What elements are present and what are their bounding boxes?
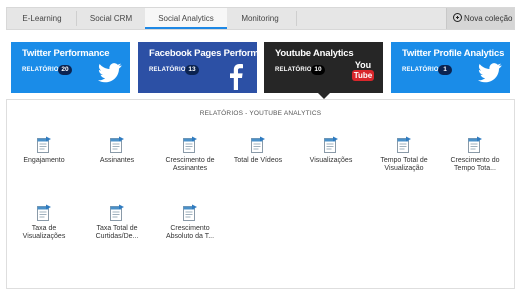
card-title: Twitter Performance [22, 48, 110, 59]
report-label: Crescimento Absoluto da T... [155, 225, 225, 241]
report-label-line: Engajamento [23, 157, 65, 164]
tab-social-crm[interactable]: Social CRM [79, 8, 143, 29]
report-document-icon [37, 136, 51, 153]
report-label: Taxa Total de Curtidas/De... [82, 225, 152, 241]
report-label-line: Tempo Total de [380, 157, 428, 164]
report-label-line: Crescimento [170, 225, 210, 232]
card-count-badge: 20 [58, 65, 72, 75]
report-item[interactable]: Visualizações [296, 136, 366, 165]
facebook-icon [230, 64, 243, 90]
twitter-icon [478, 63, 502, 83]
report-label: Assinantes [82, 157, 152, 165]
top-tab-bar: E-Learning Social CRM Social Analytics M… [6, 7, 515, 30]
report-item[interactable]: Total de Vídeos [223, 136, 293, 165]
report-label: Visualizações [296, 157, 366, 165]
card-count-badge: 10 [311, 65, 325, 75]
card-reports-label: RELATÓRIOS [149, 67, 190, 73]
report-label-line: Total de Vídeos [233, 157, 283, 164]
report-label: Taxa de Visualizações [9, 225, 79, 241]
report-document-icon [324, 136, 338, 153]
report-label-line: Crescimento do [450, 157, 500, 164]
report-label: Tempo Total de Visualização [369, 157, 439, 173]
report-item[interactable]: Engajamento [9, 136, 79, 165]
report-label-line: Taxa Total de [96, 225, 138, 232]
youtube-logo-text-you: You [354, 60, 372, 70]
new-collection-label: Nova coleção [464, 14, 513, 23]
report-item[interactable]: Taxa de Visualizações [9, 204, 79, 241]
report-label: Total de Vídeos [223, 157, 293, 165]
card-reports-label: RELATÓRIOS [275, 67, 316, 73]
card-twitter-profile-analytics[interactable]: Twitter Profile Analytics RELATÓRIOS 1 [391, 42, 510, 93]
report-item[interactable]: Crescimento do Tempo Tota... [440, 136, 510, 173]
tab-divider [296, 11, 297, 26]
card-twitter-performance[interactable]: Twitter Performance RELATÓRIOS 20 [11, 42, 130, 93]
card-count-badge: 13 [185, 65, 199, 75]
new-collection-button[interactable]: Nova coleção [446, 8, 514, 29]
report-label-line: Assinantes [99, 157, 135, 164]
card-title: Facebook Pages Performance [149, 48, 280, 59]
report-item[interactable]: Taxa Total de Curtidas/De... [82, 204, 152, 241]
youtube-icon: You Tube [352, 60, 374, 81]
report-label: Crescimento do Tempo Tota... [440, 157, 510, 173]
report-label: Engajamento [9, 157, 79, 165]
twitter-icon [98, 63, 122, 83]
report-document-icon [183, 204, 197, 221]
report-document-icon [183, 136, 197, 153]
report-label-line: Absoluto da T... [165, 233, 215, 240]
report-document-icon [110, 204, 124, 221]
report-label-line: Visualização [384, 165, 424, 172]
youtube-logo-text-tube: Tube [352, 70, 374, 81]
reports-panel: RELATÓRIOS - YOUTUBE ANALYTICS Engajamen… [6, 99, 515, 289]
report-document-icon [468, 136, 482, 153]
tab-e-learning[interactable]: E-Learning [11, 8, 73, 29]
card-facebook-pages-performance[interactable]: Facebook Pages Performance RELATÓRIOS 13 [138, 42, 280, 93]
add-circle-icon [453, 13, 462, 22]
report-document-icon [397, 136, 411, 153]
card-count-badge: 1 [438, 65, 452, 75]
report-item[interactable]: Crescimento Absoluto da T... [155, 204, 225, 241]
report-document-icon [110, 136, 124, 153]
card-title: Youtube Analytics [275, 48, 354, 59]
report-label-line: Visualizações [22, 233, 66, 240]
report-item[interactable]: Assinantes [82, 136, 152, 165]
report-item[interactable]: Tempo Total de Visualização [369, 136, 439, 173]
card-reports-label: RELATÓRIOS [402, 67, 443, 73]
report-label-line: Curtidas/De... [95, 233, 139, 240]
tab-social-analytics[interactable]: Social Analytics [145, 8, 227, 29]
card-title: Twitter Profile Analytics [402, 48, 505, 59]
tab-divider [76, 11, 77, 26]
report-label-line: Taxa de [31, 225, 57, 232]
report-item[interactable]: Crescimento de Assinantes [155, 136, 225, 173]
report-document-icon [37, 204, 51, 221]
report-label: Crescimento de Assinantes [155, 157, 225, 173]
report-label-line: Crescimento de [165, 157, 215, 164]
card-youtube-analytics[interactable]: Youtube Analytics RELATÓRIOS 10 You Tube [264, 42, 383, 99]
card-reports-label: RELATÓRIOS [22, 67, 63, 73]
panel-title: RELATÓRIOS - YOUTUBE ANALYTICS [199, 110, 322, 117]
report-label-line: Visualizações [309, 157, 353, 164]
report-label-line: Assinantes [172, 165, 208, 172]
report-label-line: Tempo Tota... [454, 165, 496, 172]
report-document-icon [251, 136, 265, 153]
tab-monitoring[interactable]: Monitoring [229, 8, 291, 29]
